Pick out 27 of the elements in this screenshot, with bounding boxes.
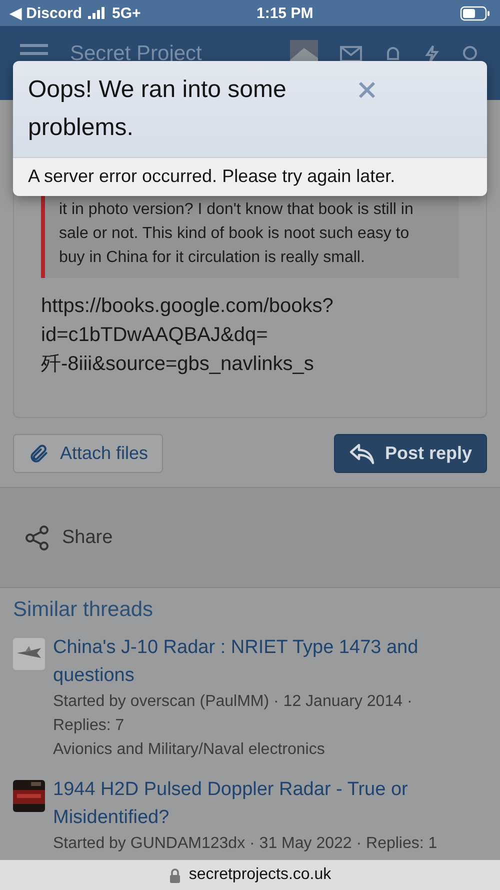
thread-title-link[interactable]: China's J-10 Radar : NRIET Type 1473 and questions <box>53 634 463 690</box>
mail-icon[interactable] <box>340 46 362 62</box>
thread-meta: Started by overscan (PaulMM) · 12 January 2014 · Replies: 7 <box>53 692 414 736</box>
error-message: A server error occurred. Please try again later. <box>13 158 487 196</box>
bell-icon[interactable] <box>384 45 402 63</box>
section-heading: Similar threads <box>13 598 154 622</box>
network-label: 5G+ <box>112 4 141 22</box>
url-text: secretprojects.co.uk <box>188 866 332 884</box>
clock: 1:15 PM <box>256 4 314 22</box>
thread-meta: Started by GUNDAM123dx · 31 May 2022 · Replies: 1 <box>53 834 438 854</box>
paperclip-icon <box>28 442 50 464</box>
thread-title-link[interactable]: 1944 H2D Pulsed Doppler Radar - True or Misidentified? <box>53 776 463 832</box>
share-icon <box>25 524 49 550</box>
book-link[interactable]: https://books.google.com/books? id=c1bTDwAAQBAJ&dq= 歼-8iii&source=gbs_navlinks_s <box>41 292 486 379</box>
share-button[interactable]: Share <box>25 524 113 550</box>
dialog-title: Oops! We ran into some problems. <box>28 75 288 143</box>
url-bar[interactable]: secretprojects.co.uk <box>0 860 500 890</box>
bolt-icon[interactable] <box>424 45 440 63</box>
forum-name: Avionics and Military/Naval electronics <box>53 740 326 760</box>
post-reply-button[interactable]: Post reply <box>334 434 487 473</box>
lock-icon <box>168 868 181 882</box>
signal-icon <box>88 7 106 19</box>
search-icon[interactable] <box>462 45 480 63</box>
reply-icon <box>348 442 375 464</box>
back-to-app-link[interactable]: ◀ Discord <box>10 4 82 22</box>
attach-files-button[interactable]: Attach files <box>13 434 164 473</box>
battery-icon <box>460 6 490 20</box>
